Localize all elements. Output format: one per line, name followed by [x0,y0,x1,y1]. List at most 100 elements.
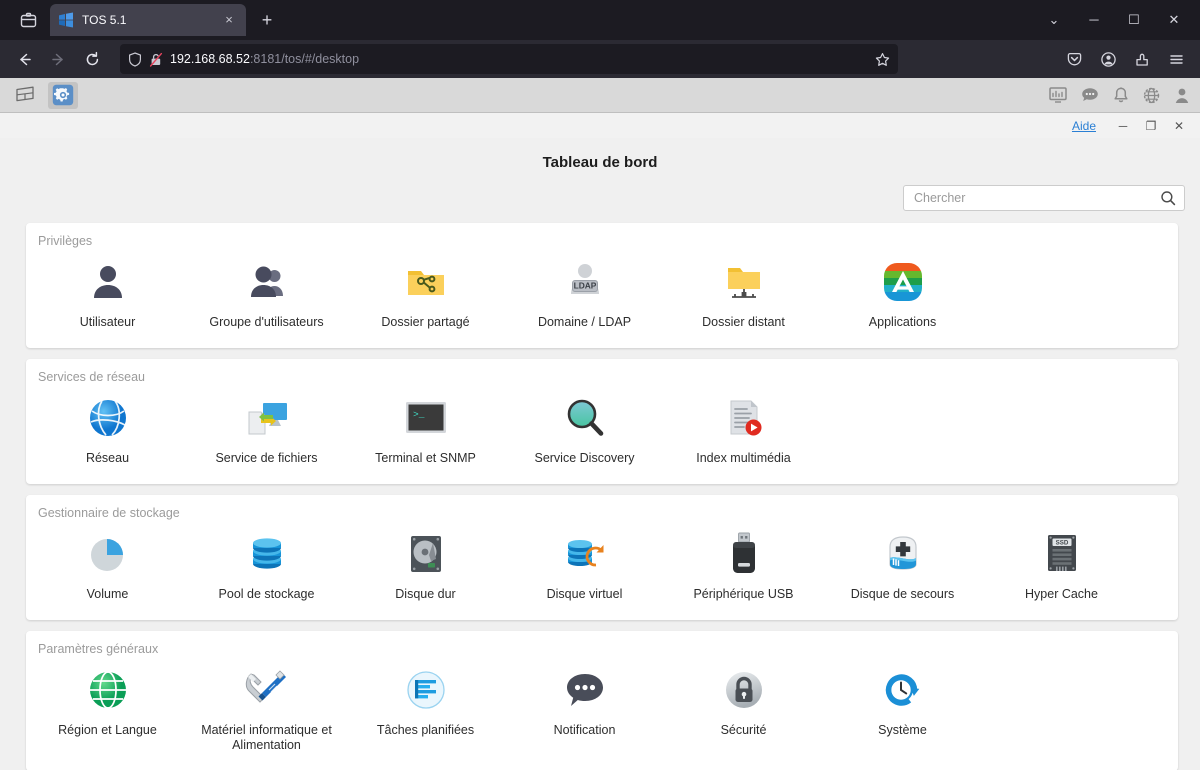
search-icon[interactable] [1160,190,1176,206]
user-account-icon[interactable] [1174,87,1190,104]
notification-bell-icon[interactable] [1113,86,1129,104]
virtual-disk-icon [561,530,609,578]
broken-lock-icon[interactable] [149,52,163,67]
svg-text:SSD: SSD [1055,539,1068,546]
resource-monitor-icon[interactable] [1049,87,1067,103]
tos-taskbar-status-icons [1049,86,1190,104]
section-storage-manager: Gestionnaire de stockage Volume Pool de … [26,495,1178,620]
tile-volume[interactable]: Volume [28,522,187,608]
extensions-button[interactable] [1126,44,1158,74]
storage-pool-icon [243,530,291,578]
tile-label: Service de fichiers [215,451,318,465]
extensions-icon [1135,53,1148,66]
tile-disque-virtuel[interactable]: Disque virtuel [505,522,664,608]
tile-disque-dur[interactable]: Disque dur [346,522,505,608]
applications-icon [879,258,927,306]
tile-hyper-cache[interactable]: SSD Hyper Cache [982,522,1141,608]
tile-pool-stockage[interactable]: Pool de stockage [187,522,346,608]
browser-toolbar-end [1058,44,1192,74]
tile-label: Utilisateur [79,315,136,329]
chat-icon[interactable] [1081,87,1099,103]
account-icon [1100,51,1116,67]
section-tiles: Région et Langue Matériel informatique e… [26,658,1178,759]
tile-region-langue[interactable]: Région et Langue [28,658,187,759]
star-icon[interactable] [875,52,890,67]
tile-reseau[interactable]: Réseau [28,386,187,472]
section-title: Gestionnaire de stockage [38,506,180,520]
tab-title: TOS 5.1 [82,13,127,27]
service-discovery-icon [561,394,609,442]
tile-dossier-distant[interactable]: Dossier distant [664,250,823,336]
tile-label: Système [878,723,927,737]
control-panel-button[interactable] [48,81,78,109]
system-clock-icon [879,666,927,714]
desktop-perspective-icon [16,86,34,102]
window-minimize-button[interactable]: ─ [1110,115,1136,137]
forward-button[interactable] [42,44,74,74]
section-title: Paramètres généraux [38,642,159,656]
tile-label: Index multimédia [696,451,791,465]
network-globe-icon[interactable] [1143,87,1160,104]
reload-button[interactable] [76,44,108,74]
tile-label: Disque virtuel [546,587,623,601]
back-arrow-icon [19,53,31,65]
tile-peripherique-usb[interactable]: Périphérique USB [664,522,823,608]
tile-utilisateur[interactable]: Utilisateur [28,250,187,336]
tile-terminal-snmp[interactable]: >_ Terminal et SNMP [346,386,505,472]
gear-icon [52,84,74,106]
new-tab-button[interactable]: + [252,6,282,36]
section-tiles: Volume Pool de stockage Disque dur Disqu… [26,522,1178,608]
tile-taches-planifiees[interactable]: Tâches planifiées [346,658,505,759]
tile-securite[interactable]: Sécurité [664,658,823,759]
close-window-button[interactable]: ✕ [1154,0,1194,40]
tile-label: Dossier distant [702,315,785,329]
tile-notification[interactable]: Notification [505,658,664,759]
search-box[interactable] [903,185,1185,211]
tile-domaine-ldap[interactable]: LDAP Domaine / LDAP [505,250,664,336]
pocket-button[interactable] [1058,44,1090,74]
page-title: Tableau de bord [542,154,658,171]
tile-label: Réseau [85,451,130,465]
tos-application: Aide ─ ❐ ✕ Tableau de bord Privilèges [0,78,1200,770]
tab-strip: TOS 5.1 × + ⌄ ─ ☐ ✕ [0,0,1200,40]
firefox-view-button[interactable] [6,0,50,40]
tile-materiel-alimentation[interactable]: Matériel informatique et Alimentation [187,658,346,759]
tile-label: Hyper Cache [1025,587,1098,601]
shield-icon[interactable] [128,51,142,67]
ssd-cache-icon: SSD [1038,530,1086,578]
tile-applications[interactable]: Applications [823,250,982,336]
hamburger-menu-button[interactable] [1160,44,1192,74]
user-group-icon [243,258,291,306]
desktop-button[interactable] [10,82,40,109]
window-maximize-button[interactable]: ❐ [1138,115,1164,137]
tile-service-fichiers[interactable]: Service de fichiers [187,386,346,472]
search-input[interactable] [912,190,1160,206]
back-button[interactable] [8,44,40,74]
tab-close-icon[interactable]: × [220,11,238,29]
tile-label: Disque de secours [850,587,955,601]
tile-groupe-utilisateurs[interactable]: Groupe d'utilisateurs [187,250,346,336]
firefox-view-icon [20,12,36,27]
lock-icon [720,666,768,714]
tile-label: Terminal et SNMP [375,451,476,465]
tile-systeme[interactable]: Système [823,658,982,759]
window-close-button[interactable]: ✕ [1166,115,1192,137]
tos-taskbar [0,78,1200,113]
file-service-icon [243,394,291,442]
url-bar[interactable]: 192.168.68.52:8181/tos/#/desktop [120,44,898,74]
shared-folder-icon [402,258,450,306]
usb-device-icon [720,530,768,578]
maximize-window-button[interactable]: ☐ [1114,0,1154,40]
list-all-tabs-button[interactable]: ⌄ [1034,0,1074,40]
tile-disque-secours[interactable]: Disque de secours [823,522,982,608]
region-globe-icon [84,666,132,714]
tile-dossier-partage[interactable]: Dossier partagé [346,250,505,336]
minimize-window-button[interactable]: ─ [1074,0,1114,40]
tile-service-discovery[interactable]: Service Discovery [505,386,664,472]
url-text[interactable]: 192.168.68.52:8181/tos/#/desktop [170,52,868,66]
tile-index-multimedia[interactable]: Index multimédia [664,386,823,472]
browser-tab[interactable]: TOS 5.1 × [50,4,246,36]
tos-logo-icon [59,12,73,28]
help-link[interactable]: Aide [1072,119,1096,133]
account-button[interactable] [1092,44,1124,74]
